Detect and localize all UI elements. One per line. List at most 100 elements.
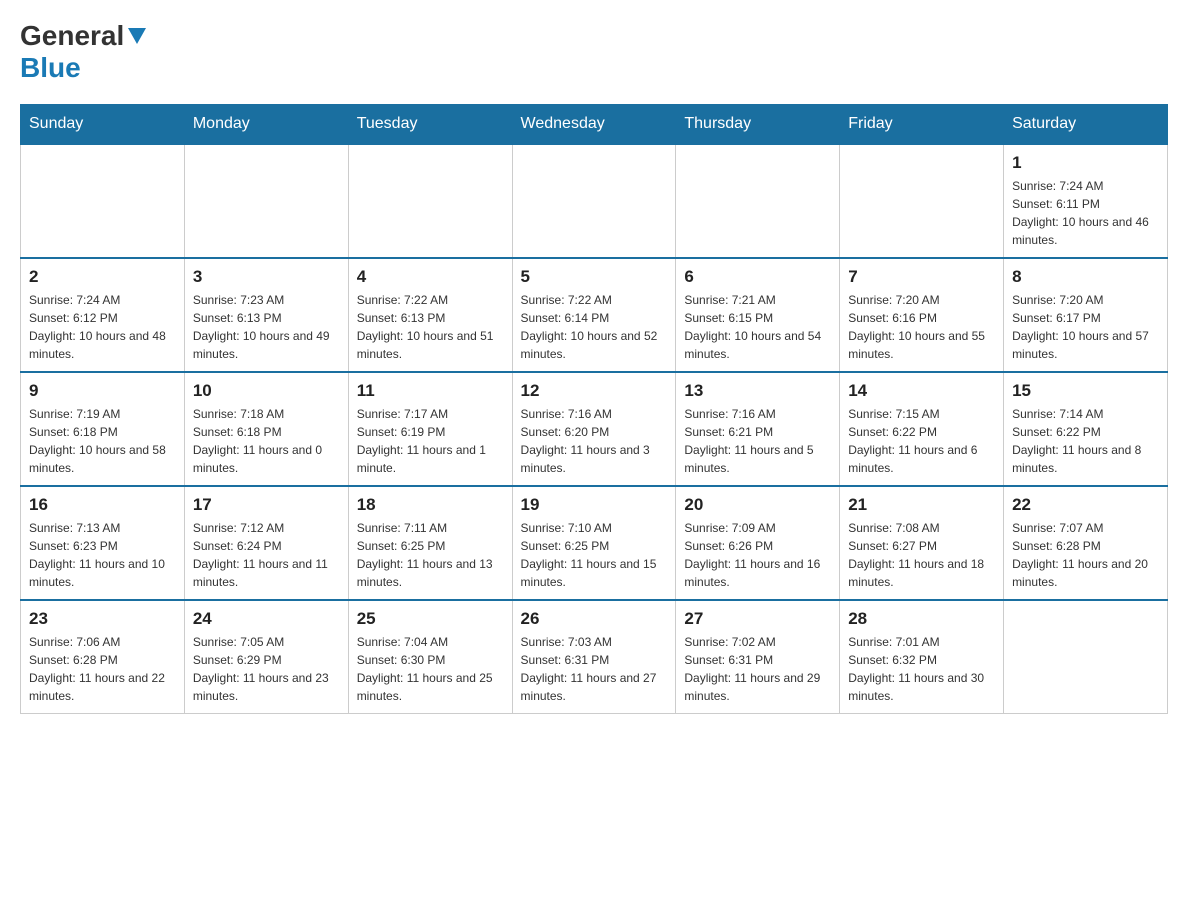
logo-general-text: General [20, 20, 124, 52]
day-number: 6 [684, 267, 831, 287]
day-number: 14 [848, 381, 995, 401]
day-number: 1 [1012, 153, 1159, 173]
day-info: Sunrise: 7:12 AMSunset: 6:24 PMDaylight:… [193, 519, 340, 591]
calendar-cell: 14 Sunrise: 7:15 AMSunset: 6:22 PMDayligh… [840, 372, 1004, 486]
calendar-cell: 10 Sunrise: 7:18 AMSunset: 6:18 PMDayligh… [184, 372, 348, 486]
day-info: Sunrise: 7:22 AMSunset: 6:13 PMDaylight:… [357, 291, 504, 363]
day-info: Sunrise: 7:08 AMSunset: 6:27 PMDaylight:… [848, 519, 995, 591]
calendar-header-monday: Monday [184, 105, 348, 145]
day-info: Sunrise: 7:24 AMSunset: 6:11 PMDaylight:… [1012, 177, 1159, 249]
logo-blue-text: Blue [20, 52, 81, 83]
day-number: 5 [521, 267, 668, 287]
calendar-cell: 24Sunrise: 7:05 AMSunset: 6:29 PMDayligh… [184, 600, 348, 714]
day-number: 19 [521, 495, 668, 515]
day-number: 17 [193, 495, 340, 515]
day-number: 4 [357, 267, 504, 287]
day-info: Sunrise: 7:17 AMSunset: 6:19 PMDaylight:… [357, 405, 504, 477]
calendar-week-5: 23 Sunrise: 7:06 AMSunset: 6:28 PMDayligh… [21, 600, 1168, 714]
day-info: Sunrise: 7:24 AMSunset: 6:12 PMDaylight:… [29, 291, 176, 363]
calendar-week-3: 9 Sunrise: 7:19 AMSunset: 6:18 PMDaylight… [21, 372, 1168, 486]
calendar-cell: 16 Sunrise: 7:13 AMSunset: 6:23 PMDayligh… [21, 486, 185, 600]
calendar-cell: 5 Sunrise: 7:22 AMSunset: 6:14 PMDaylight… [512, 258, 676, 372]
day-info: Sunrise: 7:10 AMSunset: 6:25 PMDaylight:… [521, 519, 668, 591]
day-info: Sunrise: 7:11 AMSunset: 6:25 PMDaylight:… [357, 519, 504, 591]
day-info: Sunrise: 7:20 AMSunset: 6:17 PMDaylight:… [1012, 291, 1159, 363]
day-number: 26 [521, 609, 668, 629]
day-info: Sunrise: 7:14 AMSunset: 6:22 PMDaylight:… [1012, 405, 1159, 477]
calendar-week-1: 1 Sunrise: 7:24 AMSunset: 6:11 PMDaylight… [21, 144, 1168, 258]
calendar-cell [21, 144, 185, 258]
day-number: 13 [684, 381, 831, 401]
calendar-header-thursday: Thursday [676, 105, 840, 145]
day-info: Sunrise: 7:01 AMSunset: 6:32 PMDaylight:… [848, 633, 995, 705]
day-info: Sunrise: 7:02 AMSunset: 6:31 PMDaylight:… [684, 633, 831, 705]
day-info: Sunrise: 7:18 AMSunset: 6:18 PMDaylight:… [193, 405, 340, 477]
calendar-cell: 25Sunrise: 7:04 AMSunset: 6:30 PMDayligh… [348, 600, 512, 714]
calendar-cell: 28Sunrise: 7:01 AMSunset: 6:32 PMDayligh… [840, 600, 1004, 714]
day-info: Sunrise: 7:06 AMSunset: 6:28 PMDaylight:… [29, 633, 176, 705]
day-info: Sunrise: 7:07 AMSunset: 6:28 PMDaylight:… [1012, 519, 1159, 591]
calendar-cell: 23 Sunrise: 7:06 AMSunset: 6:28 PMDayligh… [21, 600, 185, 714]
day-number: 22 [1012, 495, 1159, 515]
calendar-cell: 1 Sunrise: 7:24 AMSunset: 6:11 PMDaylight… [1004, 144, 1168, 258]
logo-arrow-icon [128, 28, 146, 49]
day-number: 16 [29, 495, 176, 515]
calendar-cell: 13 Sunrise: 7:16 AMSunset: 6:21 PMDayligh… [676, 372, 840, 486]
calendar-header-sunday: Sunday [21, 105, 185, 145]
day-number: 10 [193, 381, 340, 401]
day-info: Sunrise: 7:05 AMSunset: 6:29 PMDaylight:… [193, 633, 340, 705]
calendar-cell: 17 Sunrise: 7:12 AMSunset: 6:24 PMDayligh… [184, 486, 348, 600]
day-info: Sunrise: 7:16 AMSunset: 6:21 PMDaylight:… [684, 405, 831, 477]
calendar-cell [1004, 600, 1168, 714]
calendar-cell: 27 Sunrise: 7:02 AMSunset: 6:31 PMDayligh… [676, 600, 840, 714]
calendar-cell: 7 Sunrise: 7:20 AMSunset: 6:16 PMDaylight… [840, 258, 1004, 372]
day-info: Sunrise: 7:15 AMSunset: 6:22 PMDaylight:… [848, 405, 995, 477]
calendar-cell: 8 Sunrise: 7:20 AMSunset: 6:17 PMDaylight… [1004, 258, 1168, 372]
calendar-cell: 2 Sunrise: 7:24 AMSunset: 6:12 PMDaylight… [21, 258, 185, 372]
day-info: Sunrise: 7:23 AMSunset: 6:13 PMDaylight:… [193, 291, 340, 363]
calendar-cell [348, 144, 512, 258]
day-info: Sunrise: 7:21 AMSunset: 6:15 PMDaylight:… [684, 291, 831, 363]
calendar-cell: 15 Sunrise: 7:14 AMSunset: 6:22 PMDayligh… [1004, 372, 1168, 486]
calendar-header-saturday: Saturday [1004, 105, 1168, 145]
calendar-cell: 18 Sunrise: 7:11 AMSunset: 6:25 PMDayligh… [348, 486, 512, 600]
day-number: 27 [684, 609, 831, 629]
day-number: 23 [29, 609, 176, 629]
calendar-cell: 11 Sunrise: 7:17 AMSunset: 6:19 PMDayligh… [348, 372, 512, 486]
calendar-table: SundayMondayTuesdayWednesdayThursdayFrid… [20, 104, 1168, 714]
calendar-cell: 4 Sunrise: 7:22 AMSunset: 6:13 PMDaylight… [348, 258, 512, 372]
calendar-cell: 26 Sunrise: 7:03 AMSunset: 6:31 PMDayligh… [512, 600, 676, 714]
day-info: Sunrise: 7:13 AMSunset: 6:23 PMDaylight:… [29, 519, 176, 591]
page-header: General Blue [20, 20, 1168, 84]
day-number: 2 [29, 267, 176, 287]
calendar-cell [676, 144, 840, 258]
calendar-cell: 19 Sunrise: 7:10 AMSunset: 6:25 PMDayligh… [512, 486, 676, 600]
calendar-week-2: 2 Sunrise: 7:24 AMSunset: 6:12 PMDaylight… [21, 258, 1168, 372]
day-info: Sunrise: 7:20 AMSunset: 6:16 PMDaylight:… [848, 291, 995, 363]
calendar-cell [512, 144, 676, 258]
day-number: 3 [193, 267, 340, 287]
day-number: 15 [1012, 381, 1159, 401]
calendar-cell: 12 Sunrise: 7:16 AMSunset: 6:20 PMDayligh… [512, 372, 676, 486]
day-info: Sunrise: 7:19 AMSunset: 6:18 PMDaylight:… [29, 405, 176, 477]
day-info: Sunrise: 7:03 AMSunset: 6:31 PMDaylight:… [521, 633, 668, 705]
day-info: Sunrise: 7:16 AMSunset: 6:20 PMDaylight:… [521, 405, 668, 477]
calendar-header-row: SundayMondayTuesdayWednesdayThursdayFrid… [21, 105, 1168, 145]
day-number: 25 [357, 609, 504, 629]
calendar-week-4: 16 Sunrise: 7:13 AMSunset: 6:23 PMDayligh… [21, 486, 1168, 600]
day-info: Sunrise: 7:22 AMSunset: 6:14 PMDaylight:… [521, 291, 668, 363]
calendar-header-tuesday: Tuesday [348, 105, 512, 145]
day-number: 9 [29, 381, 176, 401]
calendar-cell: 9 Sunrise: 7:19 AMSunset: 6:18 PMDaylight… [21, 372, 185, 486]
day-number: 7 [848, 267, 995, 287]
day-number: 20 [684, 495, 831, 515]
day-number: 8 [1012, 267, 1159, 287]
calendar-cell: 20 Sunrise: 7:09 AMSunset: 6:26 PMDayligh… [676, 486, 840, 600]
calendar-cell: 22 Sunrise: 7:07 AMSunset: 6:28 PMDayligh… [1004, 486, 1168, 600]
day-number: 18 [357, 495, 504, 515]
day-number: 11 [357, 381, 504, 401]
day-info: Sunrise: 7:09 AMSunset: 6:26 PMDaylight:… [684, 519, 831, 591]
calendar-cell [840, 144, 1004, 258]
day-number: 12 [521, 381, 668, 401]
calendar-header-friday: Friday [840, 105, 1004, 145]
